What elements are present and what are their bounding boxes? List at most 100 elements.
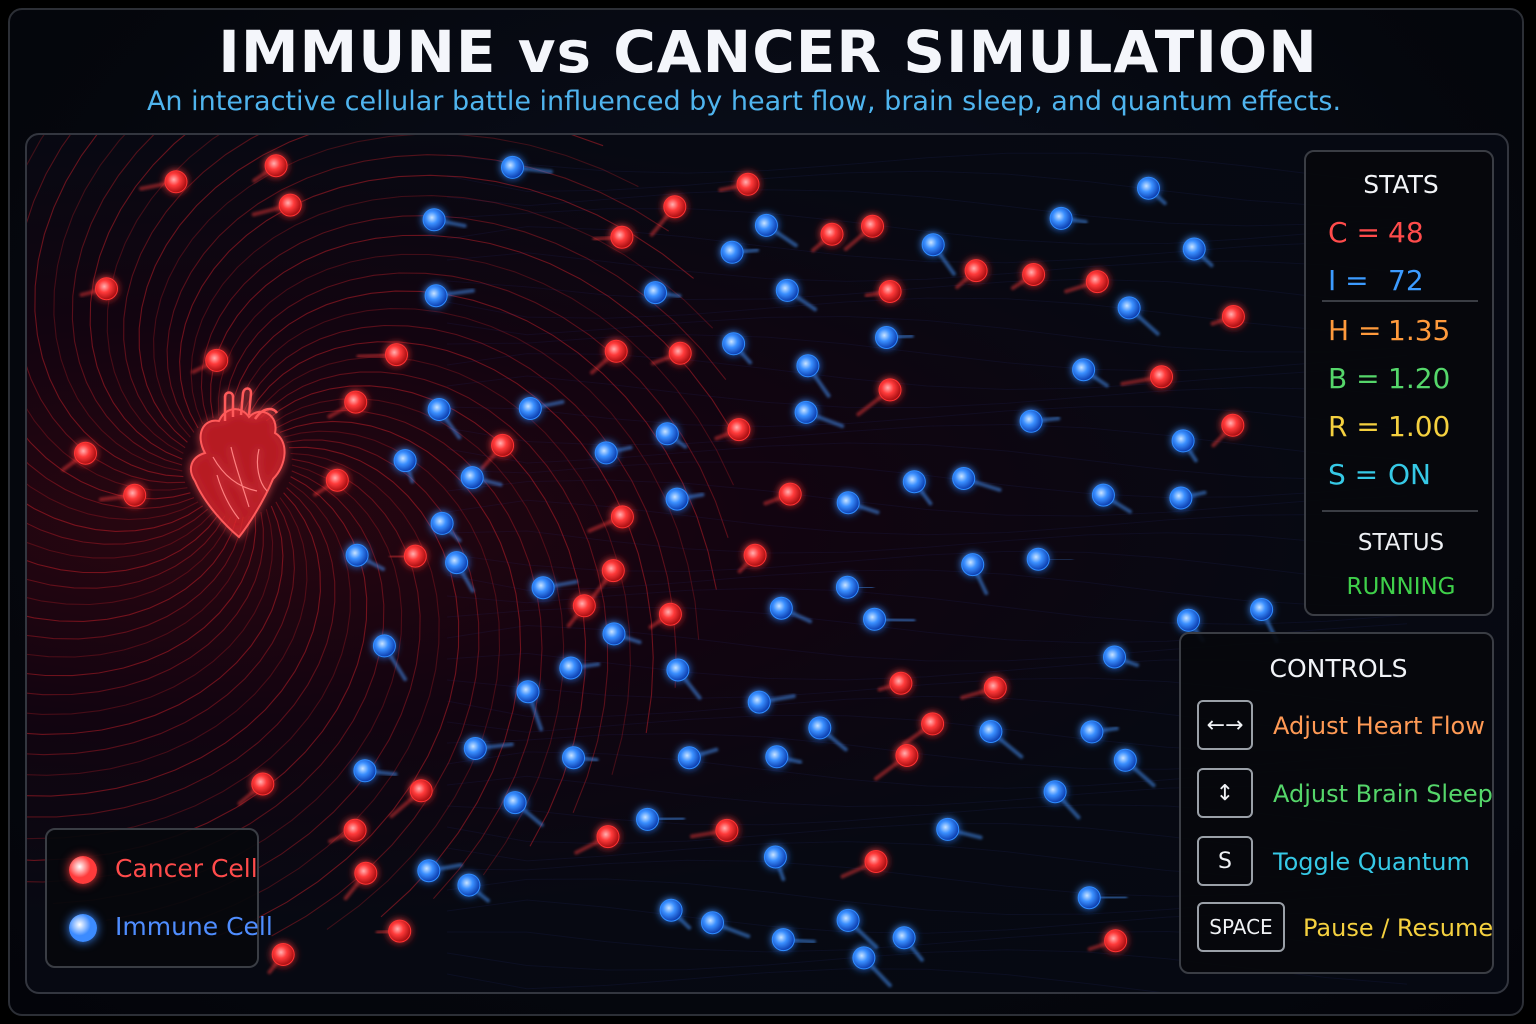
immune-cell	[701, 911, 724, 935]
immune-cell	[1103, 645, 1126, 669]
immune-cell	[516, 680, 540, 704]
cancer-cell	[325, 468, 349, 492]
immune-cell	[460, 466, 484, 490]
immune-cell	[644, 281, 667, 305]
immune-cell	[430, 511, 454, 535]
control-row[interactable]: S Toggle Quantum	[1197, 836, 1487, 888]
cancer-cell	[1221, 305, 1245, 328]
cancer-cell	[743, 543, 767, 567]
immune-cell	[754, 213, 778, 237]
cancer-cell	[1221, 413, 1245, 437]
control-label: Toggle Quantum	[1273, 848, 1470, 876]
cancer-cell	[861, 214, 884, 238]
control-row[interactable]: ↕ Adjust Brain Sleep	[1197, 768, 1493, 820]
immune-cell	[836, 491, 860, 515]
stats-panel: STATS C = 48 I = 72 H = 1.35 B = 1.20 R = 1.00 S =…	[1304, 150, 1494, 616]
control-row[interactable]: ←→ Adjust Heart Flow	[1197, 700, 1487, 752]
up-down-arrow-icon[interactable]: ↕	[1197, 768, 1253, 818]
stat-value: 72	[1388, 264, 1424, 297]
space-key-icon[interactable]: SPACE	[1197, 902, 1285, 952]
immune-cell	[747, 690, 771, 714]
cancer-cell	[491, 433, 515, 457]
cancer-cell	[601, 559, 625, 583]
status-value: RUNNING	[1346, 574, 1456, 600]
immune-cell	[594, 441, 618, 465]
immune-cell	[518, 397, 542, 420]
immune-cell	[445, 551, 469, 575]
immune-cell	[353, 759, 377, 783]
immune-cell	[775, 278, 799, 302]
cancer-cell	[278, 193, 302, 217]
legend-panel: Cancer Cell Immune Cell	[45, 828, 273, 968]
immune-cell	[852, 946, 876, 970]
control-row[interactable]: SPACE Pause / Resume	[1197, 902, 1493, 954]
cancer-cell	[403, 544, 427, 568]
cancer-cell	[264, 154, 288, 178]
immune-cell	[794, 400, 818, 424]
immune-cell	[393, 449, 417, 473]
cancer-cell	[354, 861, 378, 885]
immune-cell	[417, 859, 441, 883]
immune-cell	[921, 233, 945, 257]
immune-cell	[875, 326, 898, 349]
immune-cell	[902, 470, 926, 494]
stat-value: 1.00	[1388, 410, 1451, 443]
immune-cell	[503, 791, 527, 815]
cancer-cell	[205, 348, 229, 372]
cancer-cell	[663, 195, 687, 219]
cancer-cell	[658, 602, 682, 626]
immune-cell	[463, 737, 487, 760]
immune-cell	[1177, 608, 1200, 632]
cancer-cell	[409, 779, 433, 803]
cancer-cell-swatch	[69, 856, 97, 884]
stat-label: R =	[1328, 410, 1380, 443]
cancer-cell	[123, 483, 147, 507]
immune-cell	[796, 354, 820, 378]
page-title: IMMUNE vs CANCER SIMULATION	[218, 18, 1318, 86]
immune-cell	[961, 553, 985, 577]
stats-title: STATS	[1363, 170, 1439, 199]
immune-cell	[1137, 176, 1160, 200]
immune-cell	[659, 898, 683, 922]
stats-divider	[1322, 300, 1478, 302]
immune-cell	[952, 467, 976, 490]
cancer-cell	[864, 850, 888, 873]
cancer-cell	[251, 772, 275, 796]
controls-panel: CONTROLS ←→ Adjust Heart Flow ↕ Adjust Brai…	[1179, 632, 1494, 974]
immune-cell	[1026, 547, 1050, 571]
cancer-cell	[889, 671, 913, 695]
immune-cell	[722, 332, 746, 356]
control-label: Adjust Heart Flow	[1273, 712, 1485, 740]
immune-cell	[763, 845, 787, 869]
cancer-cell	[964, 259, 988, 283]
cancer-cell	[878, 280, 902, 303]
stat-value: 1.20	[1388, 362, 1451, 395]
immune-cell	[1169, 486, 1193, 510]
immune-cell	[863, 607, 886, 631]
stat-value: ON	[1388, 458, 1431, 491]
stat-value: 48	[1388, 216, 1424, 249]
stat-row: H = 1.35	[1328, 314, 1450, 347]
immune-cell	[665, 487, 689, 511]
control-label: Adjust Brain Sleep	[1273, 780, 1493, 808]
immune-cell	[345, 543, 369, 567]
s-key-icon[interactable]: S	[1197, 836, 1253, 886]
immune-cell	[1250, 598, 1274, 621]
left-right-arrows-icon[interactable]: ←→	[1197, 700, 1253, 750]
cancer-cell	[610, 225, 634, 249]
immune-cell	[424, 284, 448, 308]
cancer-cell	[604, 339, 628, 363]
cancer-cell	[610, 505, 634, 529]
immune-cell	[559, 656, 583, 680]
immune-cell	[1080, 720, 1104, 744]
immune-cell	[1182, 237, 1206, 261]
cancer-cell	[385, 343, 408, 367]
immune-cell	[666, 658, 690, 682]
cancer-cell	[1104, 929, 1128, 953]
stat-label: C =	[1328, 216, 1380, 249]
immune-cell-swatch	[69, 914, 97, 942]
immune-cell	[1171, 429, 1195, 453]
stat-row: C = 48	[1328, 216, 1424, 249]
cancer-cell	[164, 170, 188, 194]
page-subtitle: An interactive cellular battle influence…	[146, 86, 1342, 117]
